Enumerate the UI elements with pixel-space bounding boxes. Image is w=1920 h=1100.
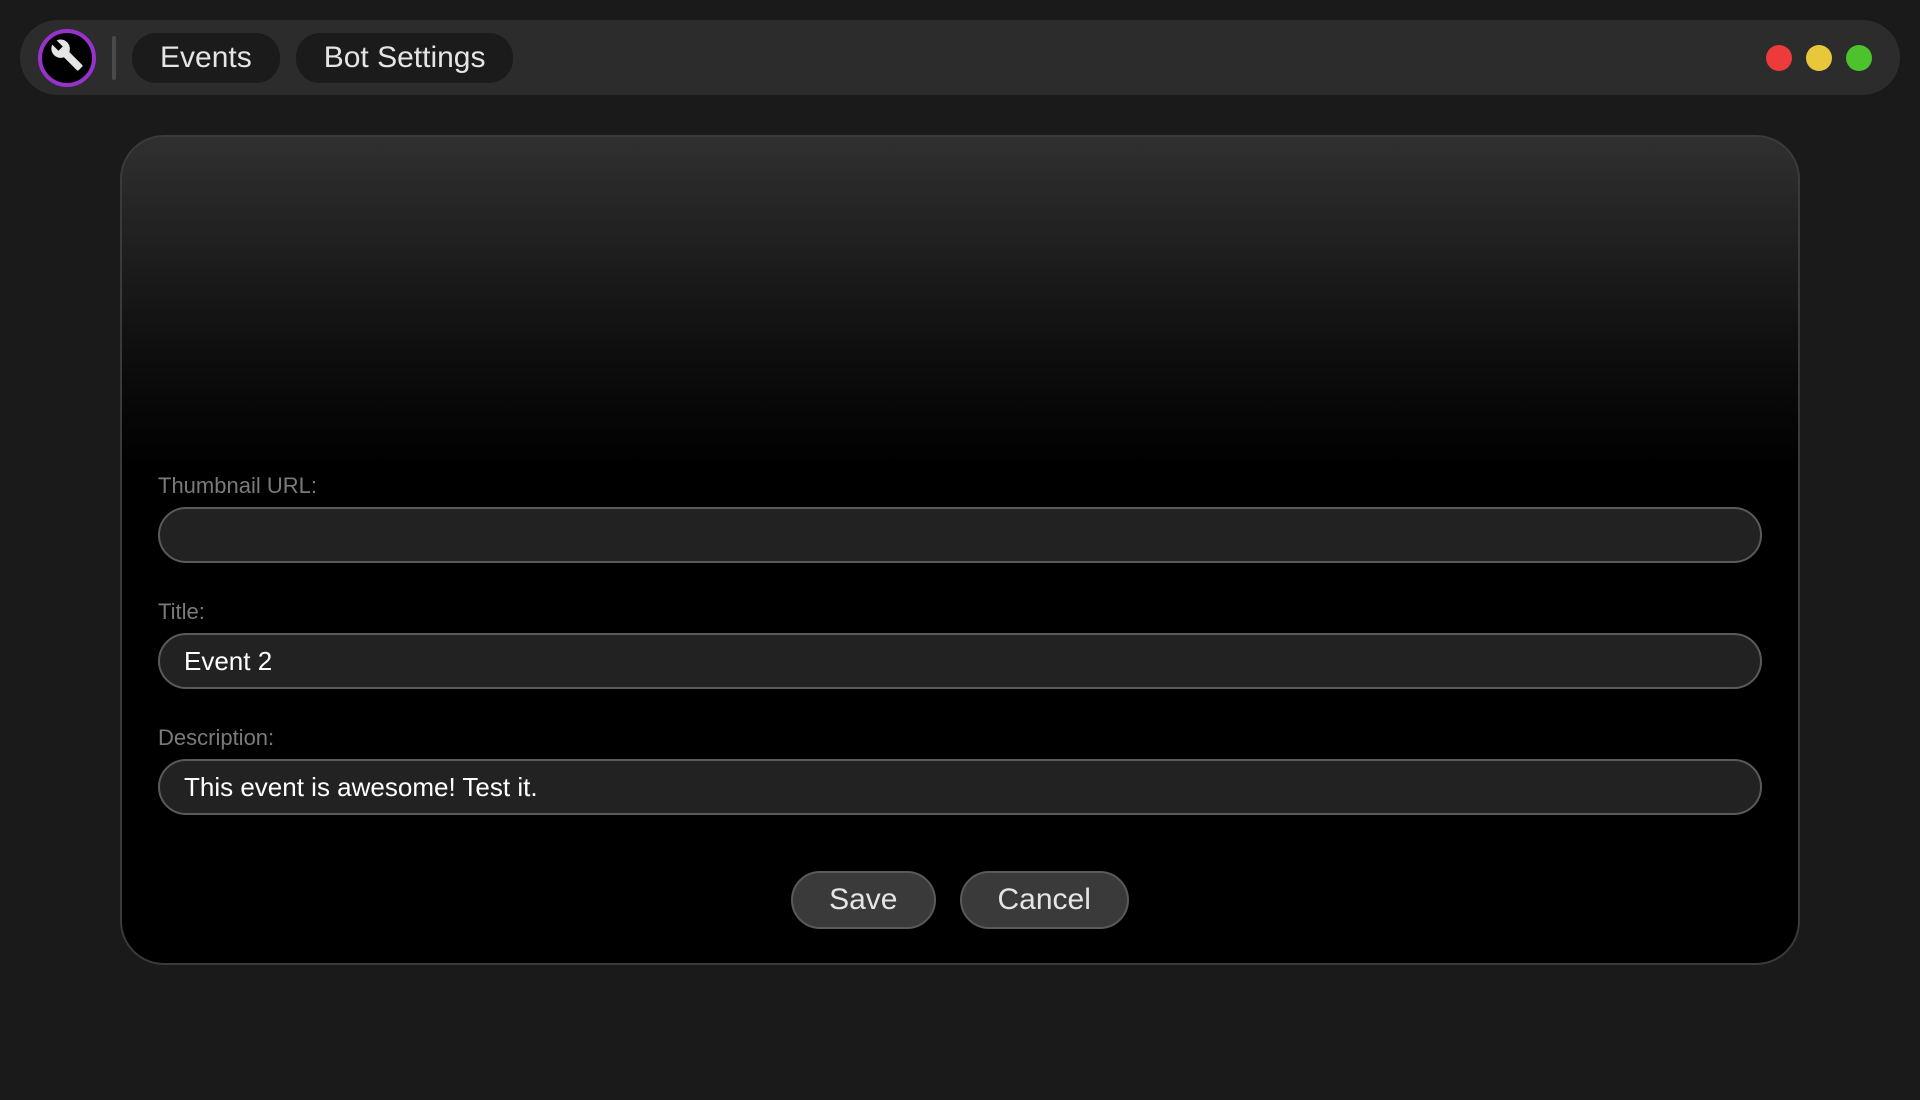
app-logo[interactable] xyxy=(38,29,96,87)
save-button[interactable]: Save xyxy=(791,871,935,929)
description-field: Description: xyxy=(158,725,1762,815)
top-navigation-bar: Events Bot Settings xyxy=(20,20,1900,95)
description-label: Description: xyxy=(158,725,1762,751)
nav-tabs: Events Bot Settings xyxy=(132,33,513,83)
title-field: Title: xyxy=(158,599,1762,689)
cancel-button[interactable]: Cancel xyxy=(960,871,1129,929)
window-close-icon[interactable] xyxy=(1766,45,1792,71)
title-input[interactable] xyxy=(158,633,1762,689)
window-maximize-icon[interactable] xyxy=(1846,45,1872,71)
wrench-icon xyxy=(50,38,84,77)
window-minimize-icon[interactable] xyxy=(1806,45,1832,71)
window-controls xyxy=(1766,45,1872,71)
tab-bot-settings[interactable]: Bot Settings xyxy=(296,33,514,83)
thumbnail-url-field: Thumbnail URL: xyxy=(158,473,1762,563)
title-label: Title: xyxy=(158,599,1762,625)
panel-spacer xyxy=(158,163,1762,473)
nav-divider xyxy=(112,36,116,80)
thumbnail-url-input[interactable] xyxy=(158,507,1762,563)
form-actions: Save Cancel xyxy=(158,871,1762,929)
event-form-panel: Thumbnail URL: Title: Description: Save … xyxy=(120,135,1800,965)
tab-events[interactable]: Events xyxy=(132,33,280,83)
thumbnail-url-label: Thumbnail URL: xyxy=(158,473,1762,499)
description-input[interactable] xyxy=(158,759,1762,815)
